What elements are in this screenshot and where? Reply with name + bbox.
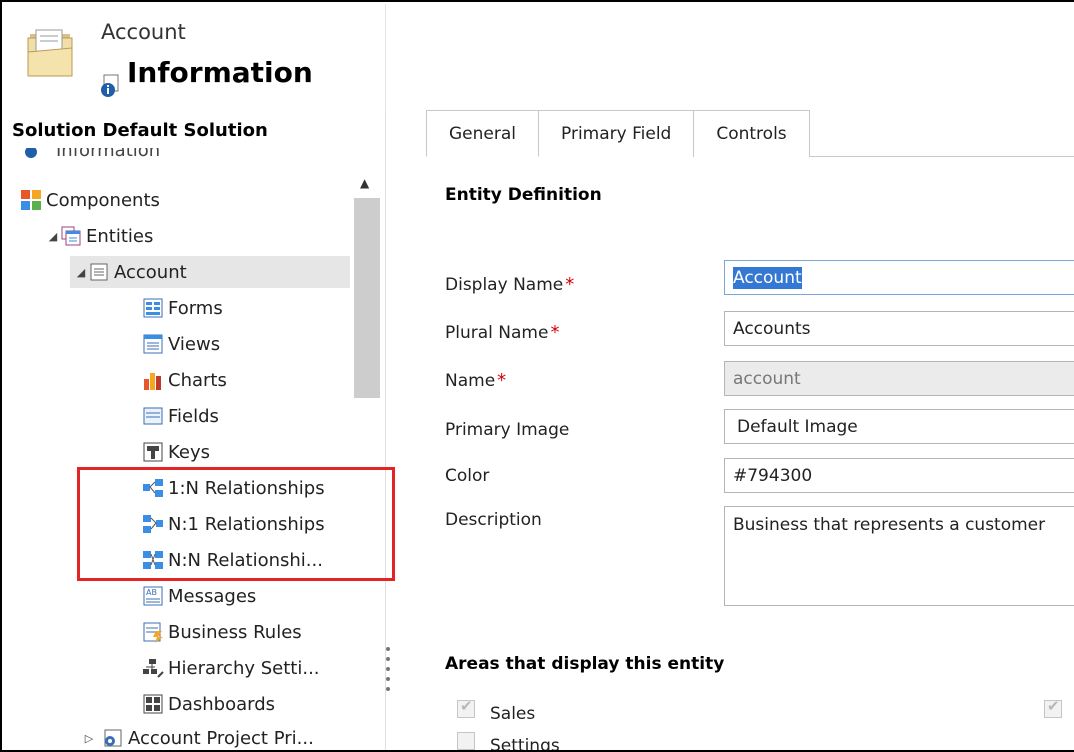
dashboards-icon xyxy=(143,694,163,714)
tab-label: Primary Field xyxy=(561,124,672,144)
nav-item-nn-relationships[interactable]: N:N Relationshi... xyxy=(142,544,323,576)
nav-item-components[interactable]: Components xyxy=(20,184,160,216)
information-icon xyxy=(25,148,37,158)
nav-item-messages[interactable]: AB Messages xyxy=(142,580,256,612)
one-to-many-relationship-icon xyxy=(143,479,163,497)
many-to-many-relationship-icon xyxy=(143,551,163,569)
forms-icon xyxy=(143,298,163,318)
plural-name-input[interactable]: Accounts xyxy=(724,311,1074,346)
tab-label: General xyxy=(449,123,516,144)
nav-item-charts[interactable]: Charts xyxy=(142,364,227,396)
nav-item-label: Hierarchy Setti... xyxy=(168,657,320,679)
settings-checkbox[interactable] xyxy=(457,732,475,750)
display-name-input[interactable]: Account xyxy=(724,260,1074,295)
nav-item-label: Forms xyxy=(168,297,223,319)
custom-entity-icon xyxy=(104,729,122,747)
nav-item-label: Business Rules xyxy=(168,621,302,643)
nav-item-label: Account xyxy=(114,261,187,283)
tab-strip: General Primary Field Controls xyxy=(426,110,810,157)
required-marker: * xyxy=(565,274,575,295)
information-icon xyxy=(101,74,119,97)
sales-checkbox[interactable]: ✔ xyxy=(457,697,475,718)
plural-name-label: Plural Name * xyxy=(445,322,560,343)
expand-arrow-icon[interactable]: ◢ xyxy=(74,266,88,279)
charts-icon xyxy=(144,373,161,390)
solution-label: Solution Default Solution xyxy=(12,120,268,141)
sales-checkbox-label: Sales xyxy=(490,704,536,724)
color-label: Color xyxy=(445,466,490,486)
nav-item-n1-relationships[interactable]: N:1 Relationships xyxy=(142,508,325,540)
nav-item-label: Entities xyxy=(86,225,154,247)
nav-item-account-project-price[interactable]: ▷ Account Project Pri... xyxy=(82,722,314,750)
nav-item-dashboards[interactable]: Dashboards xyxy=(142,688,275,720)
nav-item-fields[interactable]: Fields xyxy=(142,400,219,432)
display-name-label: Display Name * xyxy=(445,274,575,295)
business-rules-icon xyxy=(143,622,163,643)
name-input: account xyxy=(724,361,1074,396)
nav-item-business-rules[interactable]: Business Rules xyxy=(142,616,302,648)
nav-item-label: N:N Relationshi... xyxy=(168,549,323,571)
name-label: Name * xyxy=(445,370,507,391)
header-background xyxy=(386,4,1074,110)
checkmark-icon: ✔ xyxy=(1047,697,1060,715)
tab-label: Controls xyxy=(716,124,787,144)
nav-item-information-partial[interactable]: Information xyxy=(22,148,222,164)
tab-controls[interactable]: Controls xyxy=(693,110,810,157)
nav-item-label: Views xyxy=(168,333,221,355)
window-frame: Account Information Solution Default Sol… xyxy=(0,0,1074,752)
nav-item-keys[interactable]: Keys xyxy=(142,436,210,468)
nav-item-label: Fields xyxy=(168,405,219,427)
required-marker: * xyxy=(550,322,560,343)
areas-section-title: Areas that display this entity xyxy=(445,654,725,674)
nav-item-label: Information xyxy=(56,148,161,161)
primary-image-label: Primary Image xyxy=(445,420,570,440)
nav-item-entities[interactable]: ◢ Entities xyxy=(46,220,154,252)
nav-item-label: Components xyxy=(46,189,160,211)
description-label: Description xyxy=(445,510,542,530)
nav-item-label: Keys xyxy=(168,441,211,463)
solution-navigation: Solution Default Solution Information Co… xyxy=(4,110,386,750)
nav-item-label: Account Project Pri... xyxy=(128,727,314,749)
keys-icon xyxy=(143,442,163,462)
entity-name-label: Account xyxy=(101,20,186,44)
entities-icon xyxy=(61,226,81,246)
nav-item-account[interactable]: ◢ Account xyxy=(70,256,350,288)
hierarchy-icon xyxy=(143,659,164,678)
nav-item-1n-relationships[interactable]: 1:N Relationships xyxy=(142,472,325,504)
area-checkbox-right[interactable]: ✔ xyxy=(1044,697,1062,718)
color-input[interactable]: #794300 xyxy=(724,458,1074,493)
nav-item-label: Dashboards xyxy=(168,693,276,715)
nav-scrollbar-thumb[interactable] xyxy=(354,198,380,398)
primary-image-select[interactable]: Default Image xyxy=(724,409,1074,444)
settings-checkbox-label: Settings xyxy=(490,736,560,752)
folder-icon xyxy=(27,29,73,77)
fields-icon xyxy=(143,407,163,425)
scroll-up-arrow-icon[interactable]: ▲ xyxy=(360,176,369,190)
nav-item-hierarchy-settings[interactable]: Hierarchy Setti... xyxy=(142,652,320,684)
pane-splitter-handle[interactable] xyxy=(386,647,390,691)
views-icon xyxy=(143,334,163,354)
page-title: Information xyxy=(127,56,313,89)
nav-item-label: Charts xyxy=(168,369,227,391)
many-to-one-relationship-icon xyxy=(143,515,163,533)
svg-text:AB: AB xyxy=(146,588,157,597)
expand-arrow-icon[interactable]: ◢ xyxy=(46,230,60,243)
description-textarea[interactable]: Business that represents a customer xyxy=(724,506,1074,606)
nav-item-label: 1:N Relationships xyxy=(168,477,325,499)
nav-item-forms[interactable]: Forms xyxy=(142,292,223,324)
components-icon xyxy=(21,190,41,210)
collapsed-arrow-icon[interactable]: ▷ xyxy=(82,732,96,745)
checkmark-icon: ✔ xyxy=(460,697,473,715)
required-marker: * xyxy=(497,370,507,391)
tab-primary-field[interactable]: Primary Field xyxy=(538,110,695,157)
entity-icon xyxy=(90,263,108,281)
main-content: General Primary Field Controls Entity De… xyxy=(412,110,1074,752)
messages-icon: AB xyxy=(143,586,163,606)
nav-item-views[interactable]: Views xyxy=(142,328,220,360)
entity-header: Account Information xyxy=(4,4,386,110)
section-title: Entity Definition xyxy=(445,185,602,205)
nav-item-label: Messages xyxy=(168,585,257,607)
nav-item-label: N:1 Relationships xyxy=(168,513,325,535)
tab-general[interactable]: General xyxy=(426,110,539,157)
